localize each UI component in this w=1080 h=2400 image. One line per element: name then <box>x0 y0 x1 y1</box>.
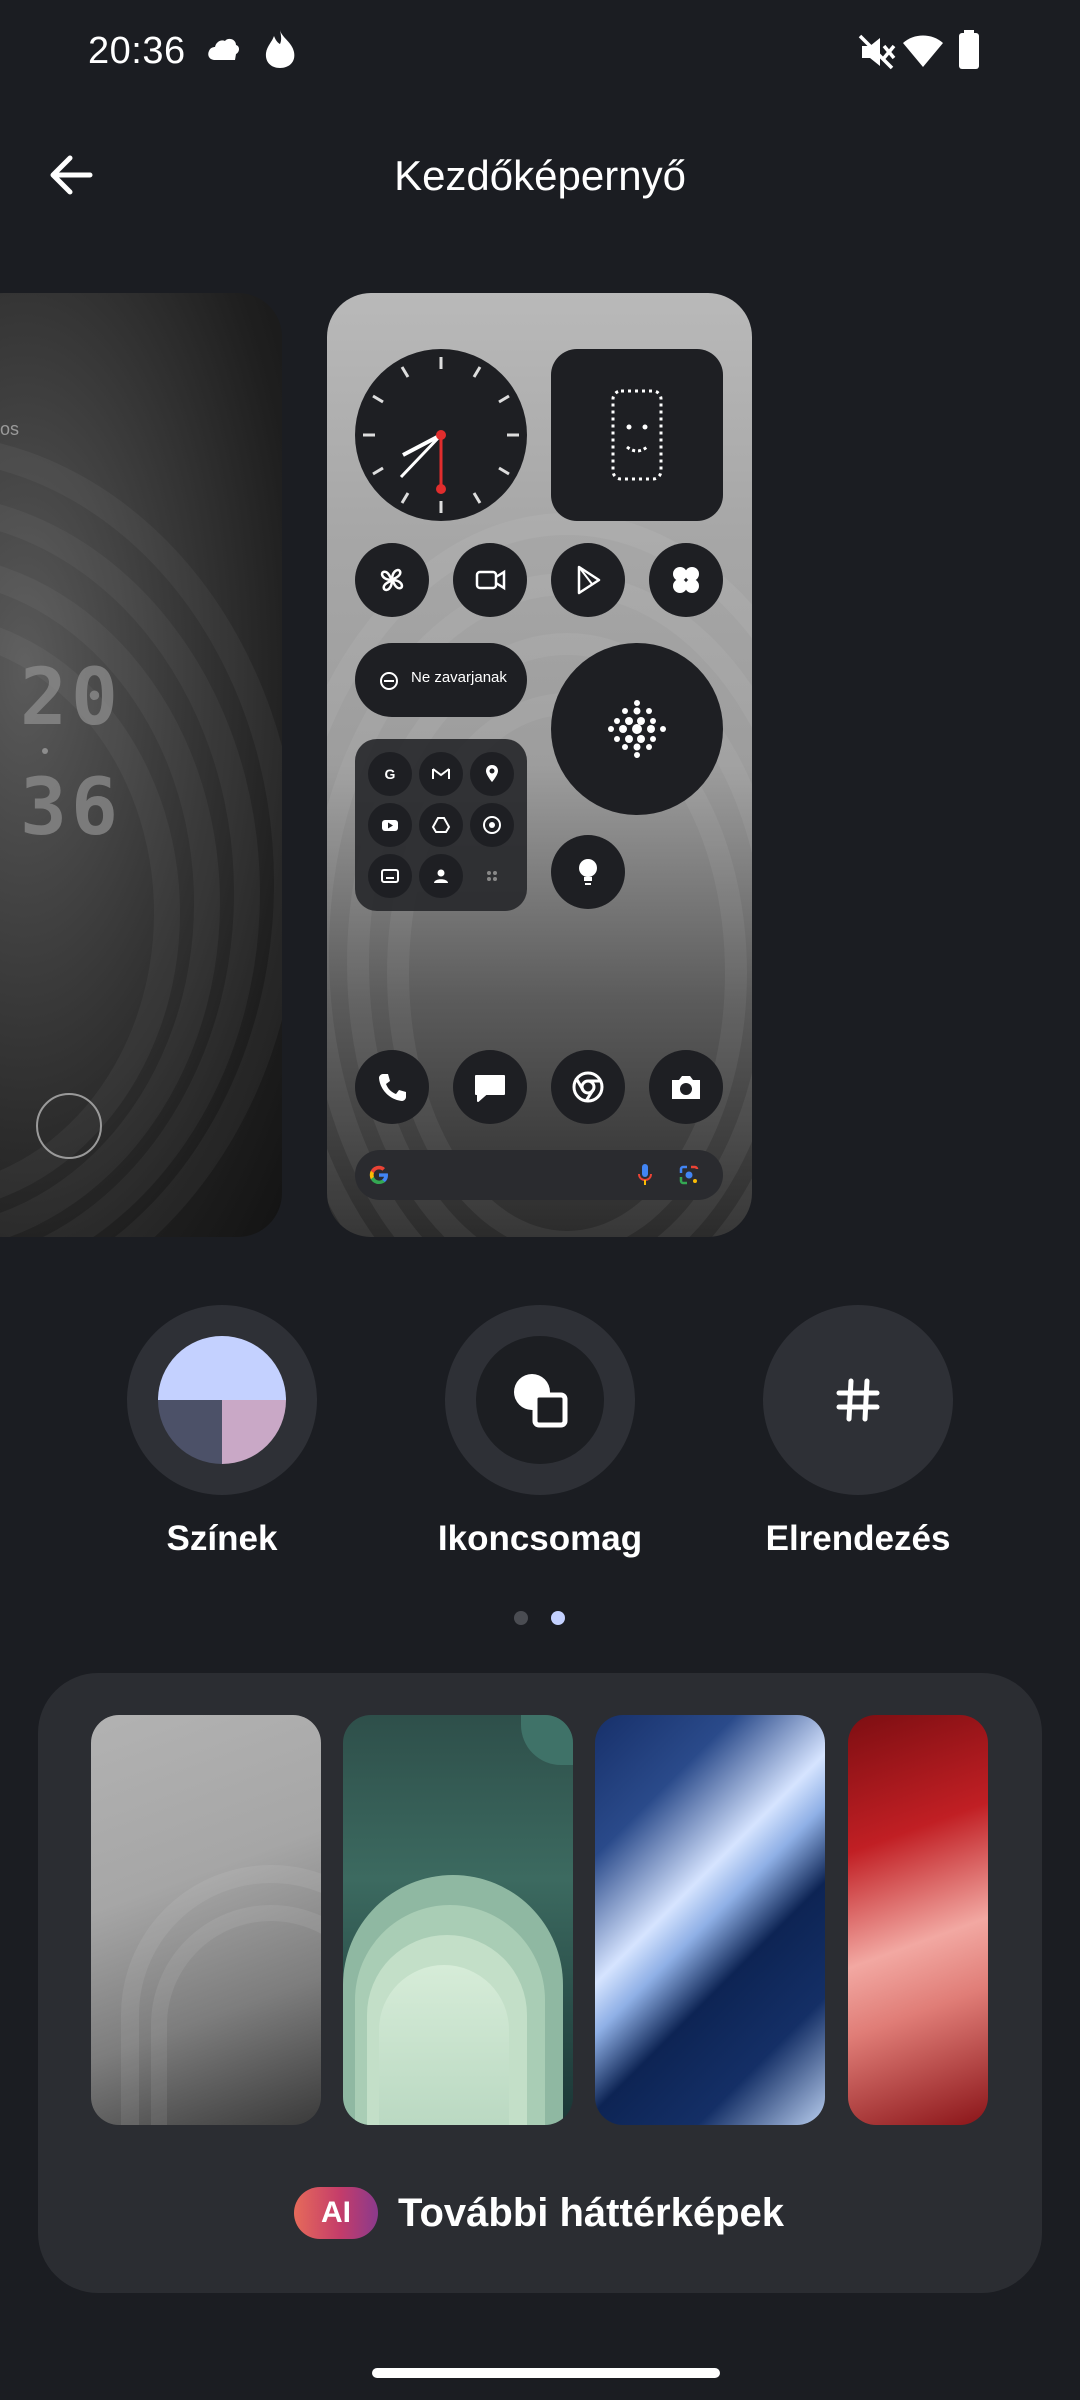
option-icon-pack-label: Ikoncsomag <box>437 1519 643 1558</box>
lockscreen-clock-hour: 20 <box>20 653 122 743</box>
option-layout[interactable]: Elrendezés <box>763 1305 953 1558</box>
page-dot-2[interactable] <box>551 1611 565 1625</box>
nothing-shortcut[interactable] <box>649 543 723 617</box>
layout-button[interactable] <box>763 1305 953 1495</box>
app-grid: G <box>365 749 517 901</box>
dock-camera[interactable] <box>649 1050 723 1124</box>
light-shortcut[interactable] <box>551 835 625 909</box>
tv-icon <box>381 868 400 883</box>
dock-chrome[interactable] <box>551 1050 625 1124</box>
phone-icon <box>379 1074 406 1101</box>
phone-face-icon <box>611 389 663 481</box>
option-colors[interactable]: Színek <box>127 1305 317 1558</box>
lockscreen-clock-minute: 36 <box>20 763 122 853</box>
nothing-dots-widget[interactable] <box>551 643 723 815</box>
svg-text:G: G <box>385 766 396 782</box>
clock-widget <box>355 349 527 521</box>
page-dot-1[interactable] <box>514 1611 528 1625</box>
music-icon <box>482 815 501 834</box>
lockscreen-clock-colon <box>42 748 48 754</box>
video-shortcut[interactable] <box>453 543 527 617</box>
colors-button[interactable] <box>127 1305 317 1495</box>
nothing-icon <box>673 567 699 593</box>
lockscreen-text-fragment: os <box>0 419 20 439</box>
dnd-icon <box>380 672 398 690</box>
wallpaper-blue-stripe[interactable] <box>595 1715 825 2125</box>
grid-icon <box>836 1378 880 1422</box>
option-layout-label: Elrendezés <box>765 1519 951 1558</box>
page-title: Kezdőképernyő <box>394 152 686 199</box>
gmail-app[interactable] <box>416 749 467 800</box>
homescreen-preview[interactable]: Ne zavarjanak G <box>327 293 752 1237</box>
music-app[interactable] <box>466 800 517 851</box>
dnd-label: Ne zavarjanak <box>411 669 507 686</box>
wallpaper-gray-wave[interactable] <box>91 1715 321 2125</box>
chrome-icon <box>572 1071 604 1103</box>
ai-badge: AI <box>294 2187 378 2239</box>
mic-icon[interactable] <box>637 1163 653 1187</box>
more-wallpapers-label: További háttérképek <box>398 2191 785 2235</box>
icon-pack-icon <box>514 1374 568 1428</box>
camera-icon <box>672 1076 700 1099</box>
option-colors-label: Színek <box>166 1519 278 1558</box>
cloud-icon <box>208 38 239 60</box>
google-g-icon <box>369 1165 388 1184</box>
status-time: 20:36 <box>88 30 186 72</box>
maps-icon <box>485 765 498 783</box>
gesture-bar[interactable] <box>372 2368 720 2378</box>
wallpaper-green-arch[interactable] <box>343 1715 573 2125</box>
lockscreen-shortcut-circle <box>36 1093 102 1159</box>
option-icon-pack[interactable]: Ikoncsomag <box>438 1305 642 1558</box>
face-widget <box>551 349 723 521</box>
play-store-shortcut[interactable] <box>551 543 625 617</box>
lightbulb-icon <box>579 859 597 885</box>
more-app[interactable] <box>466 850 517 901</box>
clock-face-icon <box>363 357 519 513</box>
contacts-icon <box>433 869 448 883</box>
dock-messages[interactable] <box>453 1050 527 1124</box>
google-icon: G <box>385 766 396 782</box>
tv-app[interactable] <box>365 850 416 901</box>
mute-icon <box>858 34 896 70</box>
flame-icon <box>265 30 295 68</box>
maps-app[interactable] <box>466 749 517 800</box>
more-wallpapers-button[interactable]: AI További háttérképek <box>38 2185 1042 2245</box>
page-indicator <box>0 1608 1080 1628</box>
dnd-toggle[interactable]: Ne zavarjanak <box>355 643 527 717</box>
lockscreen-preview[interactable]: os 20 36 <box>0 293 282 1237</box>
battery-icon <box>959 30 979 69</box>
more-icon <box>486 870 497 881</box>
google-app[interactable]: G <box>365 749 416 800</box>
fan-icon <box>380 568 404 592</box>
drive-app[interactable] <box>416 800 467 851</box>
dot-matrix-icon <box>608 700 666 758</box>
drive-icon <box>431 816 451 833</box>
google-search-bar[interactable] <box>355 1150 723 1200</box>
wallpaper-red-wave[interactable] <box>848 1715 988 2125</box>
status-bar: 20:36 <box>0 0 1080 110</box>
play-store-icon <box>577 565 601 595</box>
messages-icon <box>475 1075 505 1102</box>
contacts-app[interactable] <box>416 850 467 901</box>
youtube-icon <box>382 819 399 831</box>
app-folder[interactable]: G <box>355 739 527 911</box>
wifi-icon <box>903 35 943 67</box>
gmail-icon <box>431 768 450 780</box>
wallpaper-card: AI További háttérképek <box>38 1673 1042 2293</box>
youtube-app[interactable] <box>365 800 416 851</box>
dock-phone[interactable] <box>355 1050 429 1124</box>
lens-icon[interactable] <box>677 1163 701 1187</box>
icon-pack-button[interactable] <box>445 1305 635 1495</box>
fan-shortcut[interactable] <box>355 543 429 617</box>
colors-icon <box>158 1336 286 1464</box>
video-icon <box>475 569 506 591</box>
